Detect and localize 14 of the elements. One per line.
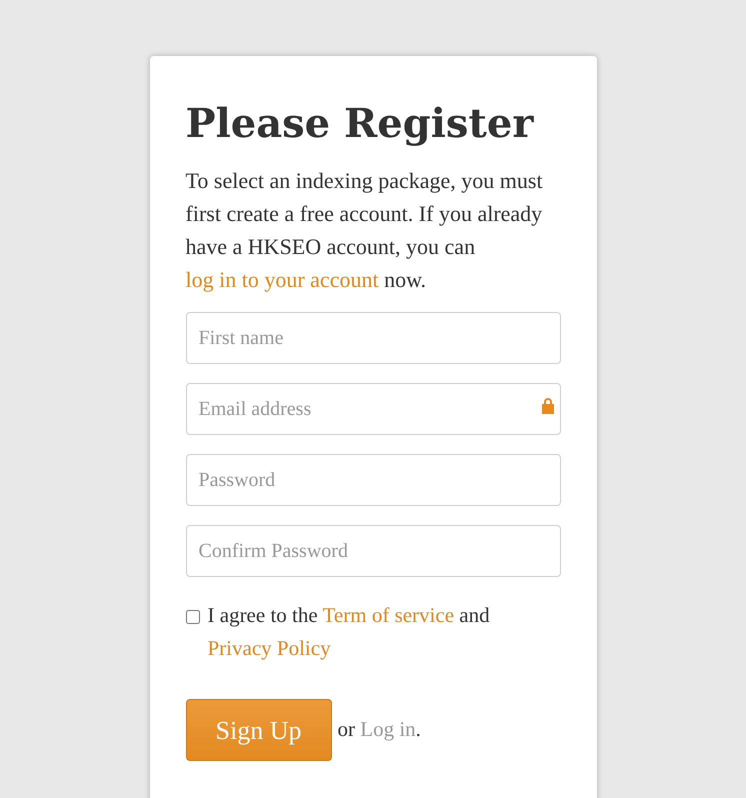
intro-text: To select an indexing package, you must first create a free account. If you already have a HKSEO account, you can log in to your account now. bbox=[186, 167, 544, 294]
sign-up-button[interactable]: Sign Up bbox=[186, 699, 332, 761]
input-field[interactable]: First name bbox=[186, 312, 560, 364]
page-title: Please Register bbox=[186, 99, 535, 149]
agreement-text: I agree to the Term of service and Privacy Policy bbox=[208, 602, 491, 662]
login-prompt: or Log in. bbox=[338, 716, 421, 744]
input-field[interactable]: Email address bbox=[186, 383, 560, 435]
input-field[interactable]: Confirm Password bbox=[186, 525, 560, 577]
terms-link[interactable]: Term of service bbox=[322, 603, 454, 627]
log-in-link[interactable]: Log in bbox=[360, 717, 416, 742]
input-field[interactable]: Password bbox=[186, 454, 560, 506]
agree-checkbox[interactable] bbox=[186, 610, 200, 624]
privacy-link[interactable]: Privacy Policy bbox=[208, 636, 331, 660]
login-link[interactable]: log in to your account bbox=[186, 267, 379, 292]
